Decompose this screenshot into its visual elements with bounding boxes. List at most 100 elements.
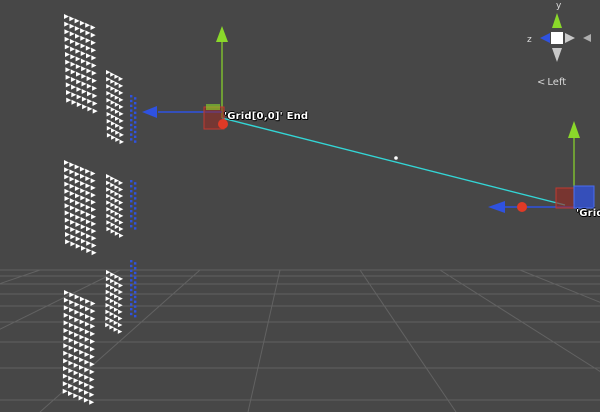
grid-object-cell [134, 106, 137, 110]
grid-object-cell [92, 93, 98, 99]
grid-object-cell [80, 58, 86, 64]
grid-object-cell [75, 56, 81, 62]
grid-object-cell [74, 309, 80, 315]
grid-object-cell [118, 180, 124, 186]
grid-object-cell [68, 330, 74, 336]
grid-object-cell [118, 97, 124, 103]
grid-object-cell [118, 309, 123, 315]
grid-object-cell [134, 305, 137, 308]
grid-object-cell [134, 130, 137, 134]
grid-object-cell [130, 109, 133, 112]
grid-object-cell [87, 106, 93, 112]
grid-object-cell [130, 119, 133, 122]
grid-object-cell [68, 391, 73, 396]
grid-object-cell [92, 101, 98, 106]
grid-object-cell [105, 303, 110, 308]
grid-object-cell [75, 200, 81, 206]
end-transform-gizmo[interactable] [142, 26, 228, 130]
grid-object-cell [130, 293, 133, 296]
grid-object-cell [118, 226, 124, 232]
grid-object-cell [85, 212, 91, 217]
grid-object-cell [118, 207, 124, 212]
grid-object-cell [79, 311, 85, 317]
neg-y-arrow-icon [552, 48, 562, 62]
view-name-label[interactable]: < Left [537, 77, 566, 88]
grid-object-cell [65, 232, 70, 237]
grid-object-cell [114, 287, 119, 293]
grid-object-cell [64, 14, 69, 19]
grid-object-cluster [64, 160, 97, 256]
grid-object-cell [68, 345, 74, 351]
grid-object-cell [69, 299, 75, 305]
grid-object-cell [85, 30, 91, 36]
grid-object-cell [119, 104, 124, 110]
grid-object-cell [130, 128, 133, 131]
y-axis-arrow-icon [216, 26, 228, 42]
gizmo-axis-y-label: y [556, 1, 562, 11]
grid-object-cell [75, 214, 81, 220]
grid-object-cell [134, 102, 137, 105]
grid-object-cell [106, 112, 112, 117]
floor-grid-line [359, 269, 457, 412]
grid-object-cell [134, 315, 137, 318]
grid-object-cell [118, 90, 124, 96]
grid-object-cell [130, 288, 133, 292]
grid-object-cell [69, 198, 75, 204]
grid-object-cell [111, 128, 116, 133]
grid-object-cell [75, 193, 80, 199]
grid-object-cell [91, 63, 97, 68]
floor-grid-line [519, 269, 600, 303]
orientation-gizmo[interactable]: y z [527, 1, 591, 62]
grid-object-cell [86, 240, 92, 246]
grid-object-cell [74, 164, 80, 170]
grid-object-cell [119, 132, 124, 138]
grid-object-cell [90, 32, 96, 38]
grid-object-cell [64, 203, 70, 209]
grid-object-cell [79, 304, 85, 310]
grid-object-cell [114, 95, 120, 100]
grid-object-cell [76, 79, 82, 85]
grid-object-cell [110, 202, 115, 208]
grid-object-cell [110, 93, 115, 98]
grid-object-cell [106, 270, 111, 275]
grid-object-cell [106, 98, 111, 103]
grid-object-cell [79, 349, 85, 355]
grid-object-cell [119, 111, 124, 117]
grid-end-label: 'Grid[0,0]' End [224, 111, 309, 122]
grid-object-cell [82, 104, 88, 110]
grid-object-cell [89, 346, 95, 352]
grid-object-cell [90, 178, 96, 184]
grid-object-cell [134, 281, 137, 284]
grid-object-cell [130, 200, 133, 203]
grid-object-cell [118, 276, 124, 282]
grid-object-cell [80, 202, 86, 208]
grid-object-cell [87, 91, 92, 97]
grid-object-cell [89, 384, 95, 390]
grid-object-cell [130, 274, 133, 277]
grid-object-cell [68, 383, 74, 389]
grid-object-cell [89, 377, 95, 382]
grid-object-cell [69, 162, 75, 168]
grid-object-cell [63, 343, 69, 349]
grid-object-cell [68, 360, 74, 366]
grid-object-cell [91, 235, 97, 241]
grid-object-cell [113, 320, 119, 326]
connection-line[interactable] [221, 117, 566, 206]
grid-object-clusters[interactable] [62, 14, 137, 405]
grid-object-cell [87, 98, 93, 104]
grid-object-cell [130, 308, 133, 311]
grid-object-cell [84, 382, 90, 388]
grid-object-cell [134, 291, 137, 294]
grid-object-cell [65, 82, 71, 88]
grid-object-cell [66, 90, 71, 95]
grid-object-cell [85, 314, 90, 319]
grid-object-cell [70, 241, 76, 247]
grid-object-cell [91, 47, 97, 53]
grid-object-cell [81, 89, 87, 94]
grid-object-cell [73, 347, 79, 353]
grid-object-cell [106, 84, 111, 89]
grid-object-cell [91, 70, 97, 76]
grid-object-cell [111, 135, 116, 140]
grid-object-cell [86, 76, 92, 81]
scene-viewport[interactable]: y z [0, 0, 600, 412]
